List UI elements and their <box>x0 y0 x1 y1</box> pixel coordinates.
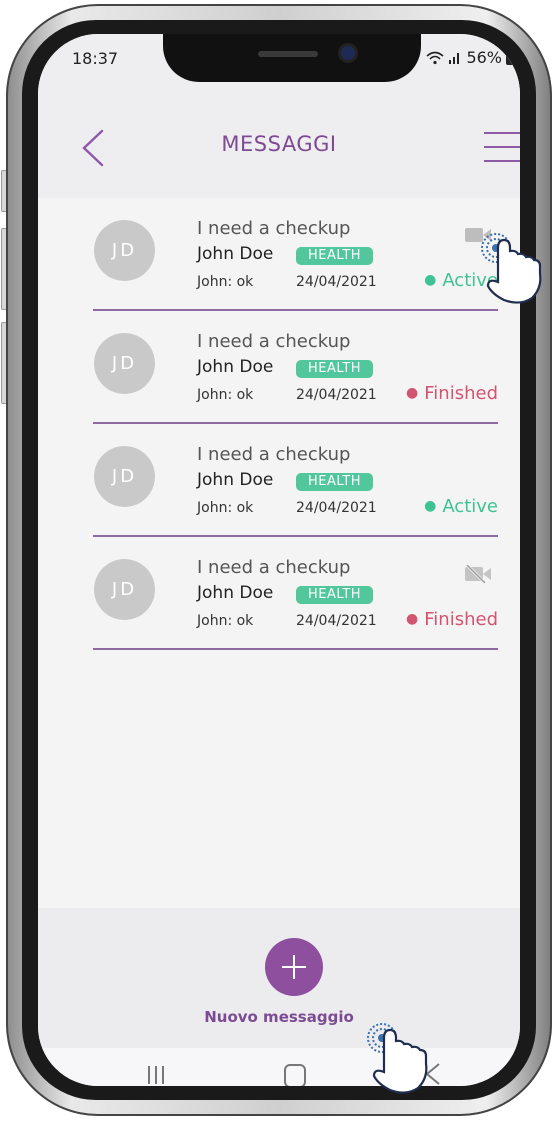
conversation-date: 24/04/2021 <box>296 613 377 629</box>
bottom-action-area: Nuovo messaggio <box>38 908 520 1048</box>
category-tag: HEALTH <box>296 360 374 378</box>
status-label: ● Active <box>424 496 498 517</box>
battery-icon <box>506 50 516 65</box>
camera-notch <box>163 34 421 82</box>
divider <box>93 648 498 650</box>
avatar: JD <box>94 446 155 507</box>
hamburger-menu-icon[interactable] <box>484 132 520 162</box>
page-title: MESSAGGI <box>221 132 337 156</box>
front-camera <box>341 46 355 60</box>
phone-screen: 18:37 56% MESSAGGI JD I need a checkup J… <box>38 34 520 1086</box>
conversation-subject: I need a checkup <box>197 444 351 465</box>
conversation-item[interactable]: JD I need a checkup John Doe HEALTH John… <box>38 198 520 311</box>
message-preview: John: ok <box>197 274 254 290</box>
app-header: MESSAGGI <box>38 94 520 198</box>
speaker <box>258 51 318 57</box>
conversation-list: JD I need a checkup John Doe HEALTH John… <box>38 198 520 650</box>
new-message-button[interactable] <box>265 938 323 996</box>
contact-name: John Doe <box>197 470 274 490</box>
status-time: 18:37 <box>72 49 119 68</box>
system-navigation-bar <box>38 1048 520 1086</box>
new-message-label[interactable]: Nuovo messaggio <box>38 1008 520 1026</box>
avatar: JD <box>94 220 155 281</box>
battery-percentage: 56% <box>466 48 502 67</box>
message-preview: John: ok <box>197 500 254 516</box>
status-label: ● Finished <box>406 383 498 404</box>
message-preview: John: ok <box>197 613 254 629</box>
plus-icon <box>282 955 306 979</box>
tap-hand-icon <box>367 1023 428 1094</box>
message-preview: John: ok <box>197 387 254 403</box>
contact-name: John Doe <box>197 244 274 264</box>
signal-icon <box>449 52 460 64</box>
category-tag: HEALTH <box>296 473 374 491</box>
wifi-icon <box>426 51 444 64</box>
avatar: JD <box>94 559 155 620</box>
tap-hand-icon <box>481 233 542 304</box>
conversation-date: 24/04/2021 <box>296 274 377 290</box>
video-off-icon <box>465 565 491 583</box>
avatar: JD <box>94 333 155 394</box>
contact-name: John Doe <box>197 357 274 377</box>
conversation-subject: I need a checkup <box>197 218 351 239</box>
conversation-date: 24/04/2021 <box>296 387 377 403</box>
home-button[interactable] <box>284 1064 306 1086</box>
recent-apps-button[interactable] <box>148 1066 172 1084</box>
conversation-item[interactable]: JD I need a checkup John Doe HEALTH John… <box>38 537 520 650</box>
category-tag: HEALTH <box>296 247 374 265</box>
conversation-item[interactable]: JD I need a checkup John Doe HEALTH John… <box>38 424 520 537</box>
status-indicators: 56% <box>426 48 516 67</box>
conversation-date: 24/04/2021 <box>296 500 377 516</box>
category-tag: HEALTH <box>296 586 374 604</box>
contact-name: John Doe <box>197 583 274 603</box>
status-label: ● Finished <box>406 609 498 630</box>
conversation-subject: I need a checkup <box>197 557 351 578</box>
conversation-subject: I need a checkup <box>197 331 351 352</box>
conversation-item[interactable]: JD I need a checkup John Doe HEALTH John… <box>38 311 520 424</box>
